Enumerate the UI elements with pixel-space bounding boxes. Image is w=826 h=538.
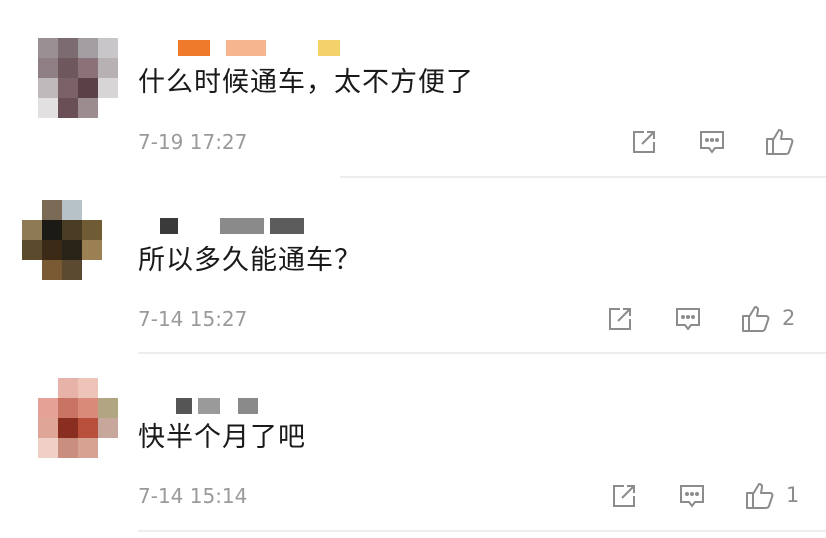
username-blurred[interactable] <box>176 398 276 414</box>
avatar-pixel <box>58 378 78 398</box>
avatar-pixel <box>78 398 98 418</box>
comment-text: 快半个月了吧 <box>138 422 306 453</box>
reply-button[interactable] <box>678 482 706 510</box>
avatar-pixel <box>38 438 58 458</box>
avatar-pixel <box>98 438 118 458</box>
avatar-pixel <box>78 438 98 458</box>
divider <box>138 530 826 532</box>
avatar-pixel <box>38 418 58 438</box>
avatar-pixel <box>98 418 118 438</box>
comment-icon <box>678 482 706 510</box>
like-button[interactable]: 1 <box>744 480 799 510</box>
comment-item: 快半个月了吧 7-14 15:14 1 <box>0 0 826 538</box>
avatar-pixel <box>58 398 78 418</box>
username-pixel <box>176 398 192 414</box>
avatar-pixel <box>78 378 98 398</box>
share-icon <box>610 482 638 510</box>
comment-timestamp: 7-14 15:14 <box>138 484 248 508</box>
share-button[interactable] <box>610 482 638 510</box>
avatar-pixel <box>98 378 118 398</box>
username-pixel <box>198 398 220 414</box>
avatar-pixel <box>58 438 78 458</box>
avatar-pixel <box>58 418 78 438</box>
username-pixel <box>238 398 258 414</box>
avatar[interactable] <box>38 378 118 458</box>
avatar-pixel <box>38 398 58 418</box>
avatar-pixel <box>38 378 58 398</box>
avatar-pixel <box>98 398 118 418</box>
thumbs-up-icon <box>744 480 776 510</box>
like-count: 1 <box>786 483 800 507</box>
avatar-pixel <box>78 418 98 438</box>
